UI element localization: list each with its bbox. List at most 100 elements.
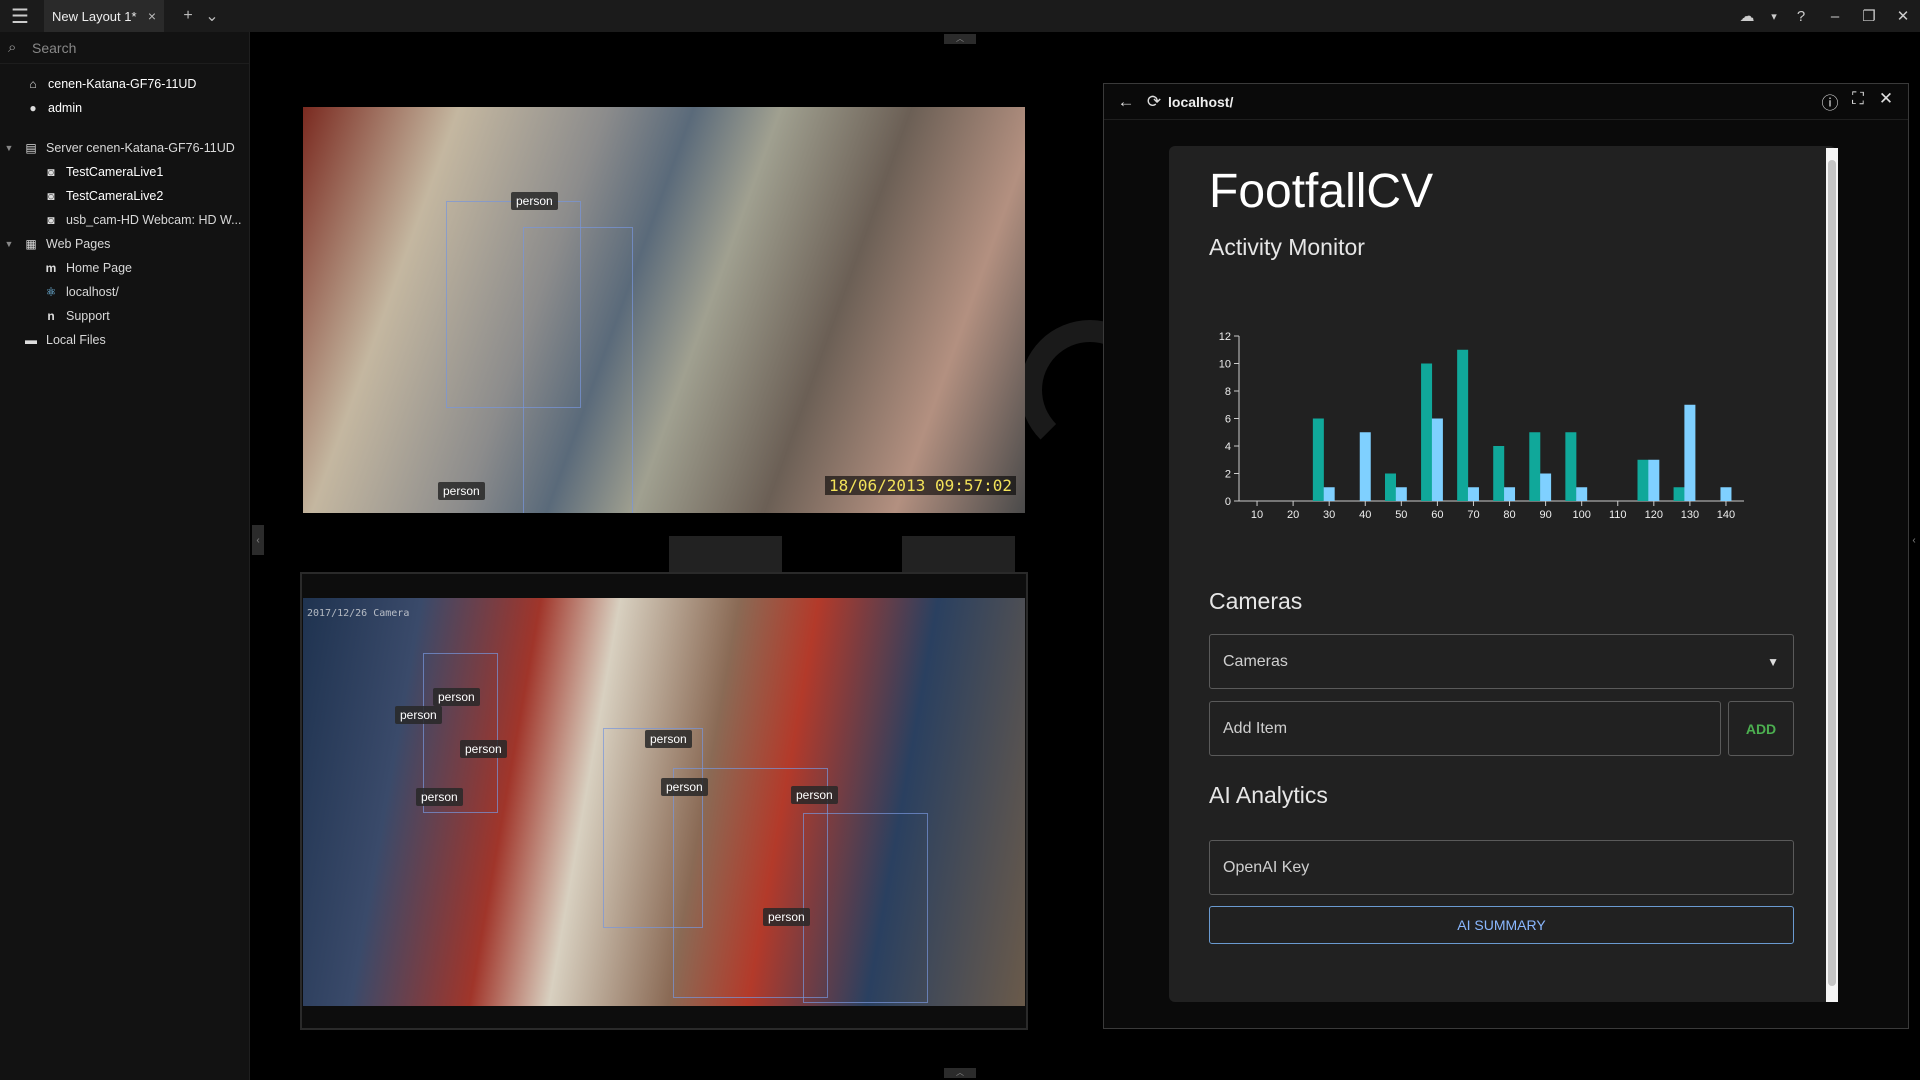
info-icon[interactable]: ⓘ xyxy=(1816,89,1844,114)
tab-menu-chevron-icon[interactable]: ⌄ xyxy=(200,0,224,32)
chart-bar xyxy=(1565,432,1577,501)
x-tick-label: 130 xyxy=(1681,509,1699,521)
person-label: person xyxy=(433,688,480,706)
title-bar: ☰ New Layout 1* × + ⌄ ☁ ▾ ? – ❐ ✕ xyxy=(0,0,1920,32)
camera-icon: ◙ xyxy=(47,189,55,203)
sidebar-collapse-handle[interactable]: ‹ xyxy=(252,525,264,555)
x-tick-label: 140 xyxy=(1717,509,1735,521)
tree-item-web-pages[interactable]: ▼ ▦ Web Pages xyxy=(0,232,249,256)
y-tick-label: 4 xyxy=(1225,441,1231,453)
y-tick-label: 12 xyxy=(1219,331,1231,343)
item-overlay-bar xyxy=(902,536,1015,572)
ai-summary-button[interactable]: AI SUMMARY xyxy=(1209,906,1794,944)
tab-close-icon[interactable]: × xyxy=(148,8,156,24)
tree-item-server[interactable]: ▼ ▤ Server cenen-Katana-GF76-11UD xyxy=(0,136,249,160)
url-label: localhost/ xyxy=(1168,93,1234,110)
tab-new-layout[interactable]: New Layout 1* × xyxy=(44,0,164,32)
chart-bar xyxy=(1504,487,1516,501)
chart-bar xyxy=(1576,487,1588,501)
close-icon[interactable]: ✕ xyxy=(1872,89,1900,114)
bottom-panel-handle[interactable]: ︿ xyxy=(944,1068,976,1078)
x-tick-label: 90 xyxy=(1539,509,1551,521)
web-page-widget: ← ⟳ localhost/ ⓘ ⛶ ✕ FootfallCV Activity… xyxy=(1103,83,1909,1029)
camera-feed-1[interactable]: person person 18/06/2013 09:57:02 xyxy=(303,107,1025,513)
expand-arrow-icon[interactable]: ▼ xyxy=(2,239,16,249)
person-label: person xyxy=(395,706,442,724)
y-tick-label: 8 xyxy=(1225,386,1231,398)
activity-bar-chart: 0 2 4 6 8 10 12 10 20 30 40 50 60 70 80 90 100 110 120 130 1… xyxy=(1219,331,1744,521)
expand-arrow-icon[interactable]: ▼ xyxy=(2,143,16,153)
hamburger-menu-icon[interactable]: ☰ xyxy=(0,0,40,32)
chart-bar xyxy=(1493,446,1505,501)
minimize-icon[interactable]: – xyxy=(1818,8,1852,25)
x-tick-label: 10 xyxy=(1251,509,1263,521)
cameras-heading: Cameras xyxy=(1209,588,1303,614)
close-window-icon[interactable]: ✕ xyxy=(1886,7,1920,25)
cameras-select-value: Cameras xyxy=(1223,652,1288,670)
reload-icon[interactable]: ⟳ xyxy=(1140,92,1168,112)
restore-icon[interactable]: ❐ xyxy=(1852,7,1886,25)
chart-bar xyxy=(1395,487,1407,501)
search-input[interactable]: Search xyxy=(32,40,76,56)
chart-bar xyxy=(1467,487,1479,501)
tree-item-usb-cam[interactable]: ◙ usb_cam-HD Webcam: HD W... xyxy=(0,208,249,232)
x-tick-label: 120 xyxy=(1645,509,1663,521)
add-item-input[interactable]: Add Item xyxy=(1209,701,1721,756)
tree-item-home-page[interactable]: m Home Page xyxy=(0,256,249,280)
ai-analytics-heading: AI Analytics xyxy=(1209,782,1328,808)
top-panel-handle[interactable]: ︿ xyxy=(944,34,976,44)
folder-icon: ▬ xyxy=(25,333,37,347)
search-box[interactable]: ⌕ Search xyxy=(0,32,249,64)
camera-timestamp: 2017/12/26 Camera xyxy=(307,608,410,619)
camera-timestamp: 18/06/2013 09:57:02 xyxy=(825,476,1017,495)
user-icon: ● xyxy=(29,101,37,115)
add-tab-icon[interactable]: + xyxy=(176,0,200,32)
server-icon: ▤ xyxy=(25,141,37,155)
app-title: FootfallCV xyxy=(1209,165,1434,218)
tree-item-localhost[interactable]: ⚛ localhost/ xyxy=(0,280,249,304)
camera-feed-2[interactable]: 2017/12/26 Camera person person person p… xyxy=(303,598,1025,1006)
person-label: person xyxy=(438,482,485,500)
person-label: person xyxy=(416,788,463,806)
cloud-icon[interactable]: ☁ xyxy=(1730,7,1764,25)
y-tick-label: 0 xyxy=(1225,496,1231,508)
x-tick-label: 40 xyxy=(1359,509,1371,521)
chart-bar xyxy=(1457,349,1469,501)
web-pages-icon: ▦ xyxy=(25,237,37,251)
right-panel-handle[interactable]: ‹ xyxy=(1908,525,1920,555)
x-tick-label: 20 xyxy=(1287,509,1299,521)
tree-item-camera-1[interactable]: ◙ TestCameraLive1 xyxy=(0,160,249,184)
tree-item-local-files[interactable]: ▬ Local Files xyxy=(0,328,249,352)
tree-item-support[interactable]: n Support xyxy=(0,304,249,328)
tree-item-user[interactable]: ● admin xyxy=(0,96,249,120)
chart-bar xyxy=(1421,363,1433,501)
resource-tree-sidebar: ⌕ Search ⌂ cenen-Katana-GF76-11UD ● admi… xyxy=(0,32,250,1080)
person-label: person xyxy=(763,908,810,926)
x-tick-label: 50 xyxy=(1395,509,1407,521)
cloud-menu-chevron-icon[interactable]: ▾ xyxy=(1764,10,1784,23)
chart-bar xyxy=(1720,487,1732,501)
help-icon[interactable]: ? xyxy=(1784,8,1818,25)
chart-bar xyxy=(1684,404,1696,501)
nx-icon: n xyxy=(47,309,55,323)
x-tick-label: 70 xyxy=(1467,509,1479,521)
fullscreen-icon[interactable]: ⛶ xyxy=(1844,89,1872,114)
back-arrow-icon[interactable]: ← xyxy=(1112,92,1140,112)
web-content: FootfallCV Activity Monitor 0 2 4 6 8 10 12 10 2… xyxy=(1169,146,1836,1002)
window-controls: ☁ ▾ ? – ❐ ✕ xyxy=(1730,0,1920,32)
camera-icon: ◙ xyxy=(47,165,55,179)
cameras-select[interactable]: Cameras ▼ xyxy=(1209,634,1794,689)
scrollbar-thumb[interactable] xyxy=(1828,160,1836,986)
item-overlay-bar xyxy=(669,536,782,572)
activity-monitor-heading: Activity Monitor xyxy=(1209,234,1365,260)
tab-label: New Layout 1* xyxy=(52,8,137,24)
home-icon: ⌂ xyxy=(29,77,37,91)
chart-bar xyxy=(1637,459,1649,501)
m-icon: m xyxy=(45,261,57,275)
add-button[interactable]: ADD xyxy=(1728,701,1794,756)
web-scrollbar[interactable] xyxy=(1826,148,1838,1002)
openai-key-input[interactable]: OpenAI Key xyxy=(1209,840,1794,895)
tree-item-camera-2[interactable]: ◙ TestCameraLive2 xyxy=(0,184,249,208)
person-label: person xyxy=(511,192,558,210)
tree-item-system[interactable]: ⌂ cenen-Katana-GF76-11UD xyxy=(0,72,249,96)
